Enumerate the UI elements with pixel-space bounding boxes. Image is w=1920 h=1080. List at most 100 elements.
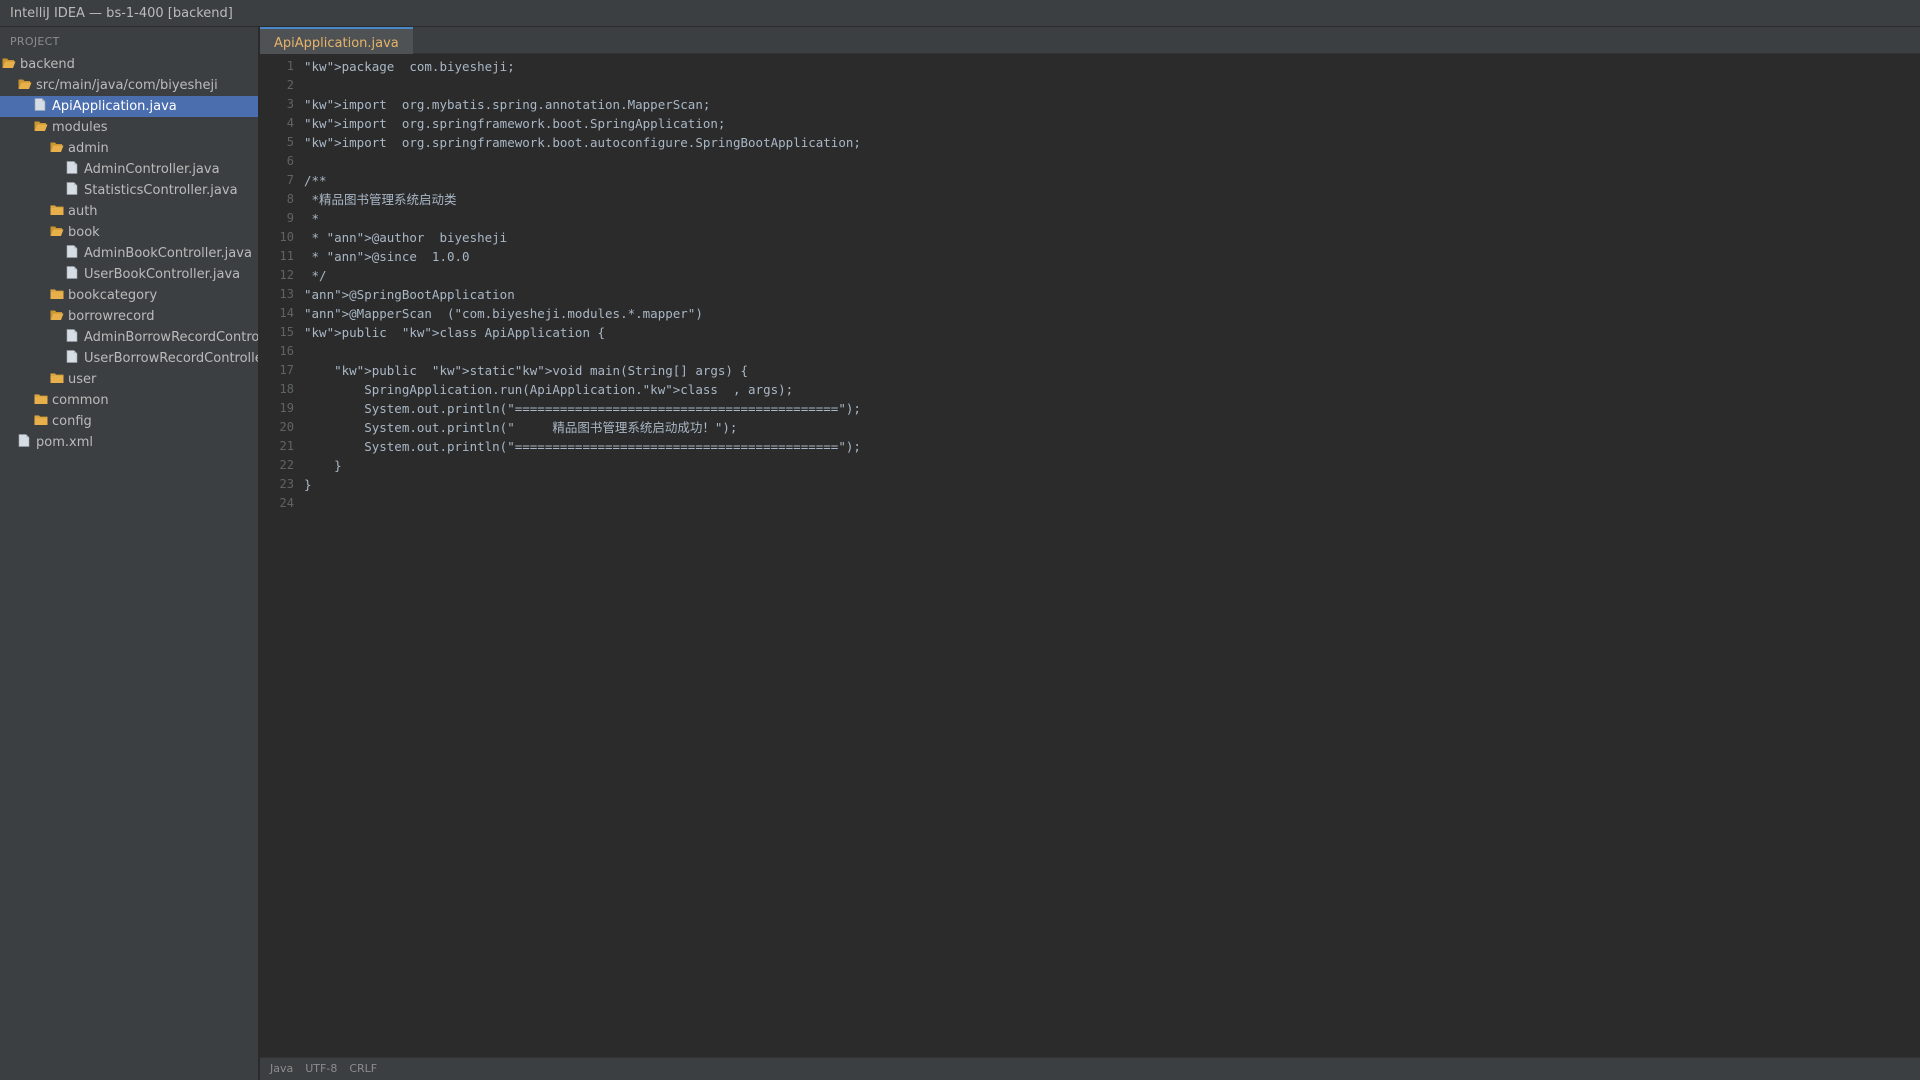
folder-open-icon <box>50 307 64 320</box>
code-line: 16 <box>260 342 1920 361</box>
tree-item[interactable]: config <box>0 411 258 432</box>
line-text: System.out.println(" 精品图书管理系统启动成功！"); <box>304 420 738 435</box>
tree-item[interactable]: common <box>0 390 258 411</box>
tree-item-label: auth <box>68 204 98 219</box>
code-line: 1 "kw">package com.biyesheji; <box>260 57 1920 76</box>
tree-item-label: StatisticsController.java <box>84 183 238 198</box>
code-line: 22 } <box>260 456 1920 475</box>
tree-item[interactable]: bookcategory <box>0 285 258 306</box>
code-line: 18 SpringApplication.run(ApiApplication.… <box>260 380 1920 399</box>
line-number: 12 <box>279 268 294 282</box>
tree-item-label: UserBorrowRecordControlle... <box>84 351 258 366</box>
folder-open-icon <box>50 223 64 236</box>
code-line: 7 /** <box>260 171 1920 190</box>
code-line: 23} <box>260 475 1920 494</box>
tree-item[interactable]: admin <box>0 138 258 159</box>
line-number: 11 <box>279 249 294 263</box>
status-item[interactable]: CRLF <box>349 1058 377 1080</box>
tree-item[interactable]: src/main/java/com/biyesheji <box>0 75 258 96</box>
tree-item[interactable]: auth <box>0 201 258 222</box>
tree-item[interactable]: modules <box>0 117 258 138</box>
tree-item-label: bookcategory <box>68 288 158 303</box>
status-item[interactable]: UTF-8 <box>305 1058 337 1080</box>
line-number: 5 <box>286 135 294 149</box>
tree-item-label: borrowrecord <box>68 309 155 324</box>
line-text: * "ann">@since 1.0.0 <box>304 249 470 264</box>
status-bar: Java UTF-8 CRLF <box>260 1057 1920 1080</box>
line-text: * <box>304 211 320 226</box>
code-line: 5 "kw">import org.springframework.boot.au… <box>260 133 1920 152</box>
editor-pane: ApiApplication.java 1 "kw">package com.bi… <box>260 27 1920 1057</box>
folder-closed-icon <box>50 202 64 215</box>
tree-item[interactable]: pom.xml <box>0 432 258 453</box>
tree-item[interactable]: AdminBookController.java <box>0 243 258 264</box>
file-icon <box>66 349 80 363</box>
tree-item[interactable]: AdminBorrowRecordControl... <box>0 327 258 348</box>
line-text: } <box>304 458 342 473</box>
line-number: 21 <box>279 439 294 453</box>
tab-apiapplication-java[interactable]: ApiApplication.java <box>260 27 413 54</box>
code-line: 9 * <box>260 209 1920 228</box>
tree-item[interactable]: UserBorrowRecordControlle... <box>0 348 258 369</box>
tree-item-label: UserBookController.java <box>84 267 241 282</box>
line-number: 22 <box>279 458 294 472</box>
line-number: 1 <box>286 59 294 73</box>
folder-open-icon <box>2 55 16 68</box>
tree-item-label: modules <box>52 120 108 135</box>
file-icon <box>66 181 80 195</box>
code-line: 11 * "ann">@since 1.0.0 <box>260 247 1920 266</box>
code-line: 14 "ann">@MapperScan ("com.biyesheji.modu… <box>260 304 1920 323</box>
line-number: 9 <box>286 211 294 225</box>
line-number: 19 <box>279 401 294 415</box>
status-item[interactable]: Java <box>270 1058 293 1080</box>
line-text: * "ann">@author biyesheji <box>304 230 508 245</box>
line-text: System.out.println("====================… <box>304 439 861 454</box>
line-text: "kw">package com.biyesheji; <box>304 59 515 74</box>
file-icon <box>18 433 32 447</box>
tree-item-label: user <box>68 372 97 387</box>
file-icon <box>34 97 48 111</box>
editor-tab-bar: ApiApplication.java <box>260 27 1920 54</box>
line-text: "ann">@SpringBootApplication <box>304 287 515 302</box>
tree-item-label: config <box>52 414 92 429</box>
tree-item-label: backend <box>20 57 75 72</box>
code-line: 12 */ <box>260 266 1920 285</box>
tree-item-label: pom.xml <box>36 435 93 450</box>
line-text: "kw">public "kw">static"kw">void main(St… <box>304 363 749 378</box>
line-number: 23 <box>279 477 294 491</box>
code-line: 13 "ann">@SpringBootApplication <box>260 285 1920 304</box>
line-text: "kw">import org.springframework.boot.Spr… <box>304 116 726 131</box>
tree-item[interactable]: StatisticsController.java <box>0 180 258 201</box>
folder-open-icon <box>18 76 32 89</box>
tree-item-label: ApiApplication.java <box>52 99 177 114</box>
code-line: 24 <box>260 494 1920 513</box>
tree-item[interactable]: borrowrecord <box>0 306 258 327</box>
line-text: "kw">public "kw">class ApiApplication { <box>304 325 606 340</box>
tree-item[interactable]: UserBookController.java <box>0 264 258 285</box>
tree-item[interactable]: AdminController.java <box>0 159 258 180</box>
tree-item-label: AdminController.java <box>84 162 220 177</box>
line-text: *精品图书管理系统启动类 <box>304 192 457 207</box>
tree-item[interactable]: user <box>0 369 258 390</box>
code-area[interactable]: 1 "kw">package com.biyesheji; 2 3 "kw">impor… <box>260 54 1920 1057</box>
tree-item-label: admin <box>68 141 109 156</box>
line-number: 20 <box>279 420 294 434</box>
file-icon <box>66 160 80 174</box>
tree-item[interactable]: backend <box>0 54 258 75</box>
code-line: 20 System.out.println(" 精品图书管理系统启动成功！"); <box>260 418 1920 437</box>
folder-closed-icon <box>34 412 48 425</box>
line-number: 2 <box>286 78 294 92</box>
line-text: */ <box>304 268 327 283</box>
folder-closed-icon <box>50 286 64 299</box>
code-line: 6 <box>260 152 1920 171</box>
tree-item-label: book <box>68 225 100 240</box>
code-line: 15 "kw">public "kw">class ApiApplication … <box>260 323 1920 342</box>
line-number: 24 <box>279 496 294 510</box>
tree-item[interactable]: book <box>0 222 258 243</box>
file-icon <box>66 244 80 258</box>
line-number: 10 <box>279 230 294 244</box>
line-number: 6 <box>286 154 294 168</box>
line-number: 13 <box>279 287 294 301</box>
tree-item[interactable]: ApiApplication.java <box>0 96 258 117</box>
line-number: 8 <box>286 192 294 206</box>
